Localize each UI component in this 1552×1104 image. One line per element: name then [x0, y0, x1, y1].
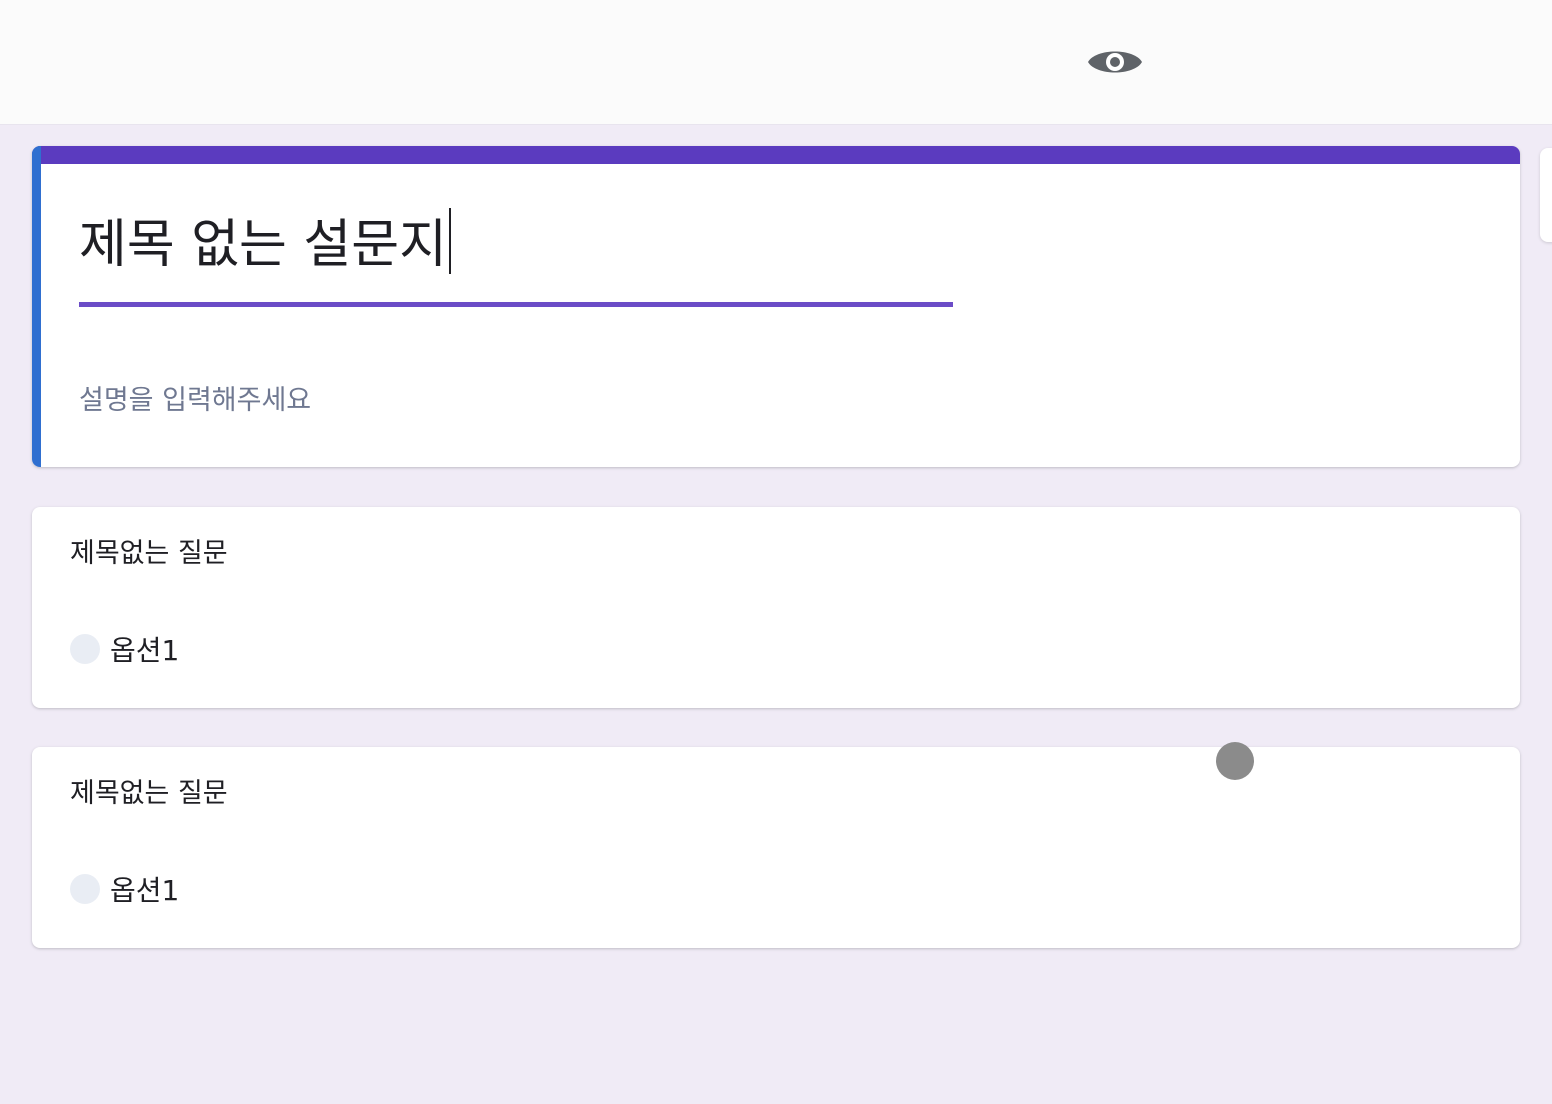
form-title-card: 제목 없는 설문지 설명을 입력해주세요 [32, 146, 1520, 467]
preview-button[interactable] [1086, 42, 1144, 82]
question-card[interactable]: 제목없는 질문 옵션1 [32, 747, 1520, 948]
radio-button[interactable] [70, 874, 100, 904]
question-title[interactable]: 제목없는 질문 [70, 531, 228, 570]
option-row: 옵션1 [70, 633, 179, 667]
title-focus-underline [79, 302, 953, 307]
form-title-text: 제목 없는 설문지 [79, 215, 447, 275]
form-title-input[interactable]: 제목 없는 설문지 [79, 208, 953, 280]
option-row: 옵션1 [70, 873, 179, 907]
top-toolbar [0, 0, 1552, 125]
option-label[interactable]: 옵션1 [110, 869, 179, 909]
question-card[interactable]: 제목없는 질문 옵션1 [32, 507, 1520, 708]
side-toolbar-edge [1540, 148, 1552, 242]
card-focus-indicator [32, 146, 41, 467]
form-description-input[interactable]: 설명을 입력해주세요 [79, 378, 311, 417]
text-caret [448, 208, 451, 274]
eye-icon [1088, 51, 1142, 73]
question-title[interactable]: 제목없는 질문 [70, 771, 228, 810]
card-top-accent [32, 146, 1520, 164]
cursor-indicator [1216, 742, 1254, 780]
radio-button[interactable] [70, 634, 100, 664]
option-label[interactable]: 옵션1 [110, 629, 179, 669]
